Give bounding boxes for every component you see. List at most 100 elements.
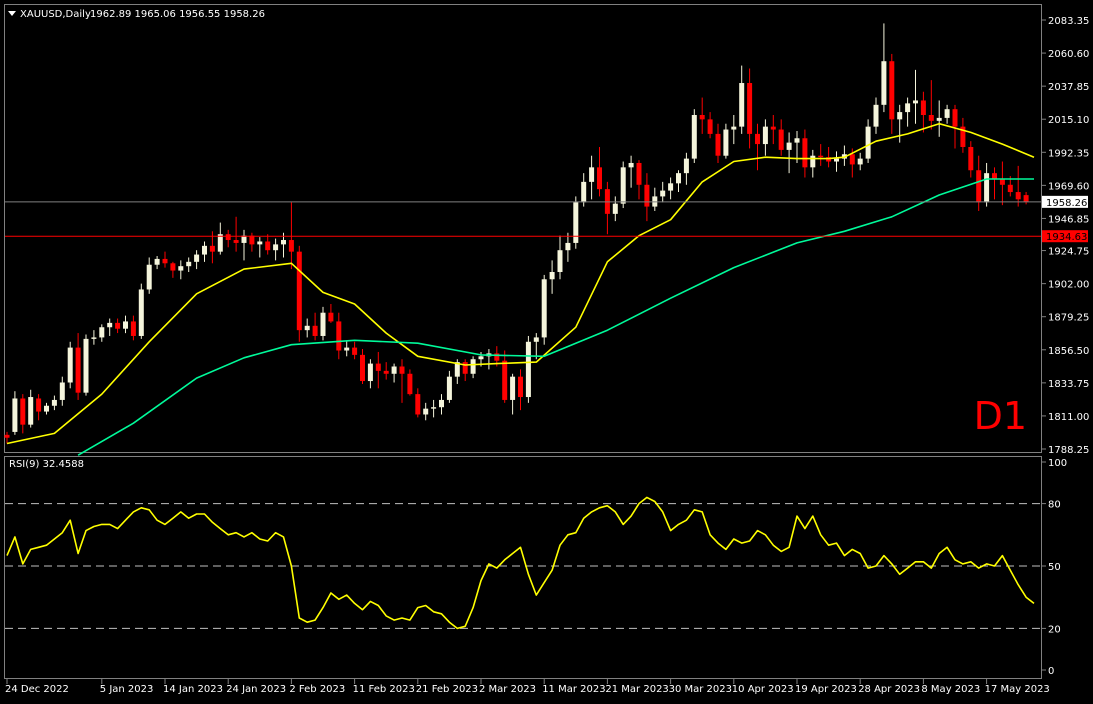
time-tick-label: 21 Mar 2023 (605, 684, 668, 695)
candle-body-bear (644, 184, 650, 207)
candle-body-bear (162, 258, 168, 264)
candle-body-bull (676, 173, 681, 184)
candle-body-bear (4, 434, 10, 438)
timeframe-label: D1 (974, 394, 1027, 438)
candle-body-bull (620, 167, 626, 204)
candle-body-bear (518, 376, 523, 398)
price-tick-label: 1924.75 (1048, 247, 1089, 258)
candle-body-bull (59, 382, 65, 400)
candle-body-bull (865, 126, 871, 159)
time-tick-label: 30 Mar 2023 (669, 684, 732, 695)
candle-body-bear (36, 398, 42, 412)
candle-body-bear (265, 241, 271, 251)
candle-body-bull (202, 245, 207, 255)
rsi-tick-label: 0 (1048, 666, 1054, 677)
rsi-tick-label: 50 (1048, 562, 1061, 573)
candle-body-bull (936, 117, 942, 121)
candle-body-bull (581, 181, 587, 203)
candle-body-bull (660, 190, 666, 197)
candle-body-bear (597, 167, 602, 190)
rsi-tick-label: 20 (1048, 624, 1061, 635)
candle-body-bull (510, 376, 516, 400)
candle-body-bear (225, 234, 231, 241)
candle-body-bull (391, 366, 397, 374)
candle-body-bull (446, 376, 452, 400)
candle-body-bull (154, 258, 160, 265)
time-tick-label: 2 Feb 2023 (289, 684, 345, 695)
candle-body-bull (739, 83, 745, 127)
time-tick-label: 17 May 2023 (985, 684, 1050, 695)
candle-body-bear (999, 178, 1005, 185)
candle-body-bull (573, 202, 579, 243)
candle-body-bull (786, 142, 792, 150)
candle-body-bull (178, 266, 184, 271)
time-tick-label: 11 Feb 2023 (353, 684, 415, 695)
price-tick-label: 1788.25 (1048, 445, 1089, 456)
price-tick-label: 2060.60 (1048, 49, 1089, 60)
candle-body-bear (849, 154, 855, 165)
candle-body-bull (549, 272, 555, 280)
candle-body-bear (209, 245, 215, 252)
candle-body-bull (834, 158, 839, 162)
candle-body-bear (707, 119, 713, 134)
candle-body-bull (217, 234, 223, 252)
price-tick-label: 1946.85 (1048, 214, 1089, 225)
candle-body-bull (431, 407, 437, 409)
candle-body-bull (541, 279, 547, 338)
candle-body-bear (233, 240, 239, 243)
rsi-tick-label: 80 (1048, 500, 1061, 511)
candle-body-bear (502, 360, 508, 400)
candle-body-bear (312, 325, 318, 336)
level-price-badge-label: 1934.63 (1046, 232, 1087, 243)
candle-body-bear (296, 251, 302, 331)
candle-body-bull (810, 155, 816, 168)
candle-body-bear (383, 370, 389, 374)
candle-body-bull (533, 337, 539, 342)
rsi-header: RSI(9) 32.4588 (9, 459, 84, 470)
candle-body-bull (99, 327, 105, 338)
candle-body-bear (1023, 195, 1029, 202)
candle-body-bear (399, 366, 405, 374)
candle-body-bear (770, 126, 776, 130)
candle-body-bull (320, 312, 326, 336)
price-tick-label: 1969.60 (1048, 181, 1089, 192)
candle-body-bull (344, 347, 350, 351)
candle-body-bull (913, 100, 918, 104)
candle-body-bull (91, 337, 97, 339)
candle-body-bull (146, 264, 152, 290)
candle-body-bull (423, 408, 429, 415)
price-tick-label: 2015.10 (1048, 115, 1089, 126)
candle-body-bull (241, 235, 247, 243)
candle-body-bull (107, 322, 113, 328)
price-tick-label: 1833.75 (1048, 379, 1089, 390)
candle-body-bull (186, 261, 192, 267)
candle-body-bear (818, 155, 824, 158)
candle-body-bull (12, 398, 18, 432)
symbol-label: XAUUSD,Daily (20, 9, 91, 20)
candle-body-bear (928, 115, 934, 121)
candle-body-bull (794, 138, 800, 143)
candle-body-bear (375, 363, 381, 371)
candle-body-bear (288, 240, 294, 252)
price-tick-label: 1811.00 (1048, 412, 1089, 423)
candle-body-bear (968, 146, 974, 171)
time-tick-label: 21 Feb 2023 (416, 684, 478, 695)
candle-body-bull (565, 242, 571, 251)
candle-body-bear (952, 109, 958, 127)
candle-body-bull (367, 363, 373, 382)
time-tick-label: 19 Apr 2023 (795, 684, 857, 695)
candle-body-bear (360, 354, 365, 382)
candle-body-bear (336, 321, 342, 351)
candle-body-bull (762, 126, 768, 145)
trading-chart: 2083.35 2060.60 2037.85 2015.10 1992.35 1969.… (0, 0, 1093, 700)
candle-body-bull (857, 158, 863, 165)
time-tick-label: 24 Jan 2023 (226, 684, 286, 695)
candle-body-bull (123, 321, 128, 329)
candle-body-bull (881, 61, 887, 105)
candle-body-bull (281, 240, 286, 245)
candle-body-bear (407, 373, 413, 395)
candle-body-bear (992, 173, 997, 179)
candle-body-bull (723, 129, 729, 156)
candle-body-bull (28, 397, 34, 425)
candle-body-bull (612, 203, 618, 214)
